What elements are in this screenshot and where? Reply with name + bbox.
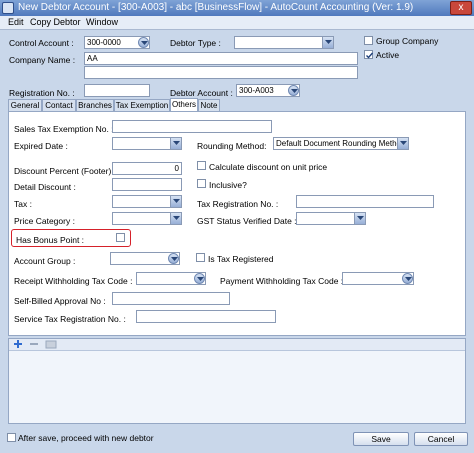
sales-tax-exemption-input[interactable] — [112, 120, 272, 133]
menu-copy-debtor[interactable]: Copy Debtor — [30, 17, 81, 27]
chevron-down-icon[interactable] — [397, 138, 408, 149]
group-company-checkbox[interactable] — [364, 36, 373, 45]
is-tax-registered-label: Is Tax Registered — [208, 254, 274, 264]
menu-bar: Edit Copy Debtor Window — [0, 16, 474, 30]
chevron-down-icon[interactable] — [138, 37, 149, 48]
tab-note[interactable]: Note — [198, 99, 220, 111]
payment-wht-combo[interactable] — [342, 272, 414, 285]
check-icon — [366, 52, 374, 59]
active-label: Active — [376, 50, 400, 60]
app-icon — [2, 2, 14, 14]
price-category-combo[interactable] — [112, 212, 182, 225]
tab-tax-exemption[interactable]: Tax Exemption — [114, 99, 170, 111]
sales-tax-exemption-label: Sales Tax Exemption No. : — [14, 124, 114, 134]
chevron-down-icon[interactable] — [402, 273, 413, 284]
discount-percent-label: Discount Percent (Footer): — [14, 166, 114, 176]
registration-input[interactable] — [84, 84, 150, 97]
debtor-account-combo[interactable]: 300-A003 — [236, 84, 300, 97]
chevron-down-icon[interactable] — [194, 273, 205, 284]
save-button[interactable]: Save — [353, 432, 409, 446]
edit-icon[interactable] — [45, 339, 57, 349]
chevron-down-icon[interactable] — [170, 213, 181, 224]
registration-label: Registration No. : — [9, 88, 75, 98]
inclusive-label: Inclusive? — [209, 180, 247, 190]
group-company-label: Group Company — [376, 36, 439, 46]
tab-others[interactable]: Others — [170, 98, 198, 111]
cancel-button[interactable]: Cancel — [414, 432, 468, 446]
debtor-type-label: Debtor Type : — [170, 38, 221, 48]
rounding-method-value: Default Document Rounding Method — [276, 139, 406, 148]
expired-date-combo[interactable] — [112, 137, 182, 150]
detail-discount-input[interactable] — [112, 178, 182, 191]
debtor-type-combo[interactable] — [234, 36, 334, 49]
after-save-checkbox[interactable] — [7, 433, 16, 442]
calc-discount-label: Calculate discount on unit price — [209, 162, 328, 172]
tax-registration-input[interactable] — [296, 195, 434, 208]
window-title: New Debtor Account - [300-A003] - abc [B… — [18, 2, 414, 13]
tax-combo[interactable] — [112, 195, 182, 208]
receipt-wht-combo[interactable] — [136, 272, 206, 285]
chevron-down-icon[interactable] — [168, 253, 179, 264]
company-name-label: Company Name : — [9, 55, 76, 65]
close-button[interactable]: x — [450, 1, 472, 15]
tab-contact[interactable]: Contact — [42, 99, 76, 111]
service-tax-label: Service Tax Registration No. : — [14, 314, 126, 324]
rounding-method-label: Rounding Method: — [197, 141, 267, 151]
chevron-down-icon[interactable] — [322, 37, 333, 48]
menu-edit[interactable]: Edit — [8, 17, 24, 27]
debtor-account-label: Debtor Account : — [170, 88, 233, 98]
grid-panel — [8, 338, 466, 424]
grid-toolbar — [9, 339, 465, 351]
is-tax-registered-checkbox[interactable] — [196, 253, 205, 262]
company-name2-input[interactable] — [84, 66, 358, 79]
account-group-label: Account Group : — [14, 256, 76, 266]
chevron-down-icon[interactable] — [288, 85, 299, 96]
gst-status-label: GST Status Verified Date : — [197, 216, 297, 226]
debtor-account-value: 300-A003 — [239, 86, 274, 95]
tab-branches[interactable]: Branches — [76, 99, 114, 111]
chevron-down-icon[interactable] — [354, 213, 365, 224]
gst-status-combo[interactable] — [296, 212, 366, 225]
tax-label: Tax : — [14, 199, 32, 209]
company-name-input[interactable]: AA — [84, 52, 358, 65]
detail-discount-label: Detail Discount : — [14, 182, 76, 192]
bonus-point-label: Has Bonus Point : — [16, 235, 85, 245]
tab-general[interactable]: General — [8, 99, 42, 111]
control-account-value: 300-0000 — [87, 38, 121, 47]
self-billed-input[interactable] — [112, 292, 230, 305]
menu-window[interactable]: Window — [86, 17, 118, 27]
inclusive-checkbox[interactable] — [197, 179, 206, 188]
after-save-label: After save, proceed with new debtor — [18, 433, 154, 443]
active-checkbox[interactable] — [364, 50, 374, 59]
calc-discount-checkbox[interactable] — [197, 161, 206, 170]
rounding-method-combo[interactable]: Default Document Rounding Method — [273, 137, 409, 150]
chevron-down-icon[interactable] — [170, 138, 181, 149]
control-account-combo[interactable]: 300-0000 — [84, 36, 150, 49]
price-category-label: Price Category : — [14, 216, 75, 226]
control-account-label: Control Account : — [9, 38, 74, 48]
discount-percent-input[interactable]: 0 — [112, 162, 182, 175]
self-billed-label: Self-Billed Approval No : — [14, 296, 106, 306]
expired-date-label: Expired Date : — [14, 141, 68, 151]
bonus-point-checkbox[interactable] — [116, 233, 125, 242]
receipt-wht-label: Receipt Withholding Tax Code : — [14, 276, 133, 286]
payment-wht-label: Payment Withholding Tax Code : — [220, 276, 344, 286]
title-bar: New Debtor Account - [300-A003] - abc [B… — [0, 0, 474, 16]
remove-icon[interactable] — [29, 339, 39, 349]
tax-registration-label: Tax Registration No. : — [197, 199, 279, 209]
chevron-down-icon[interactable] — [170, 196, 181, 207]
service-tax-input[interactable] — [136, 310, 276, 323]
add-icon[interactable] — [13, 339, 23, 349]
account-group-combo[interactable] — [110, 252, 180, 265]
